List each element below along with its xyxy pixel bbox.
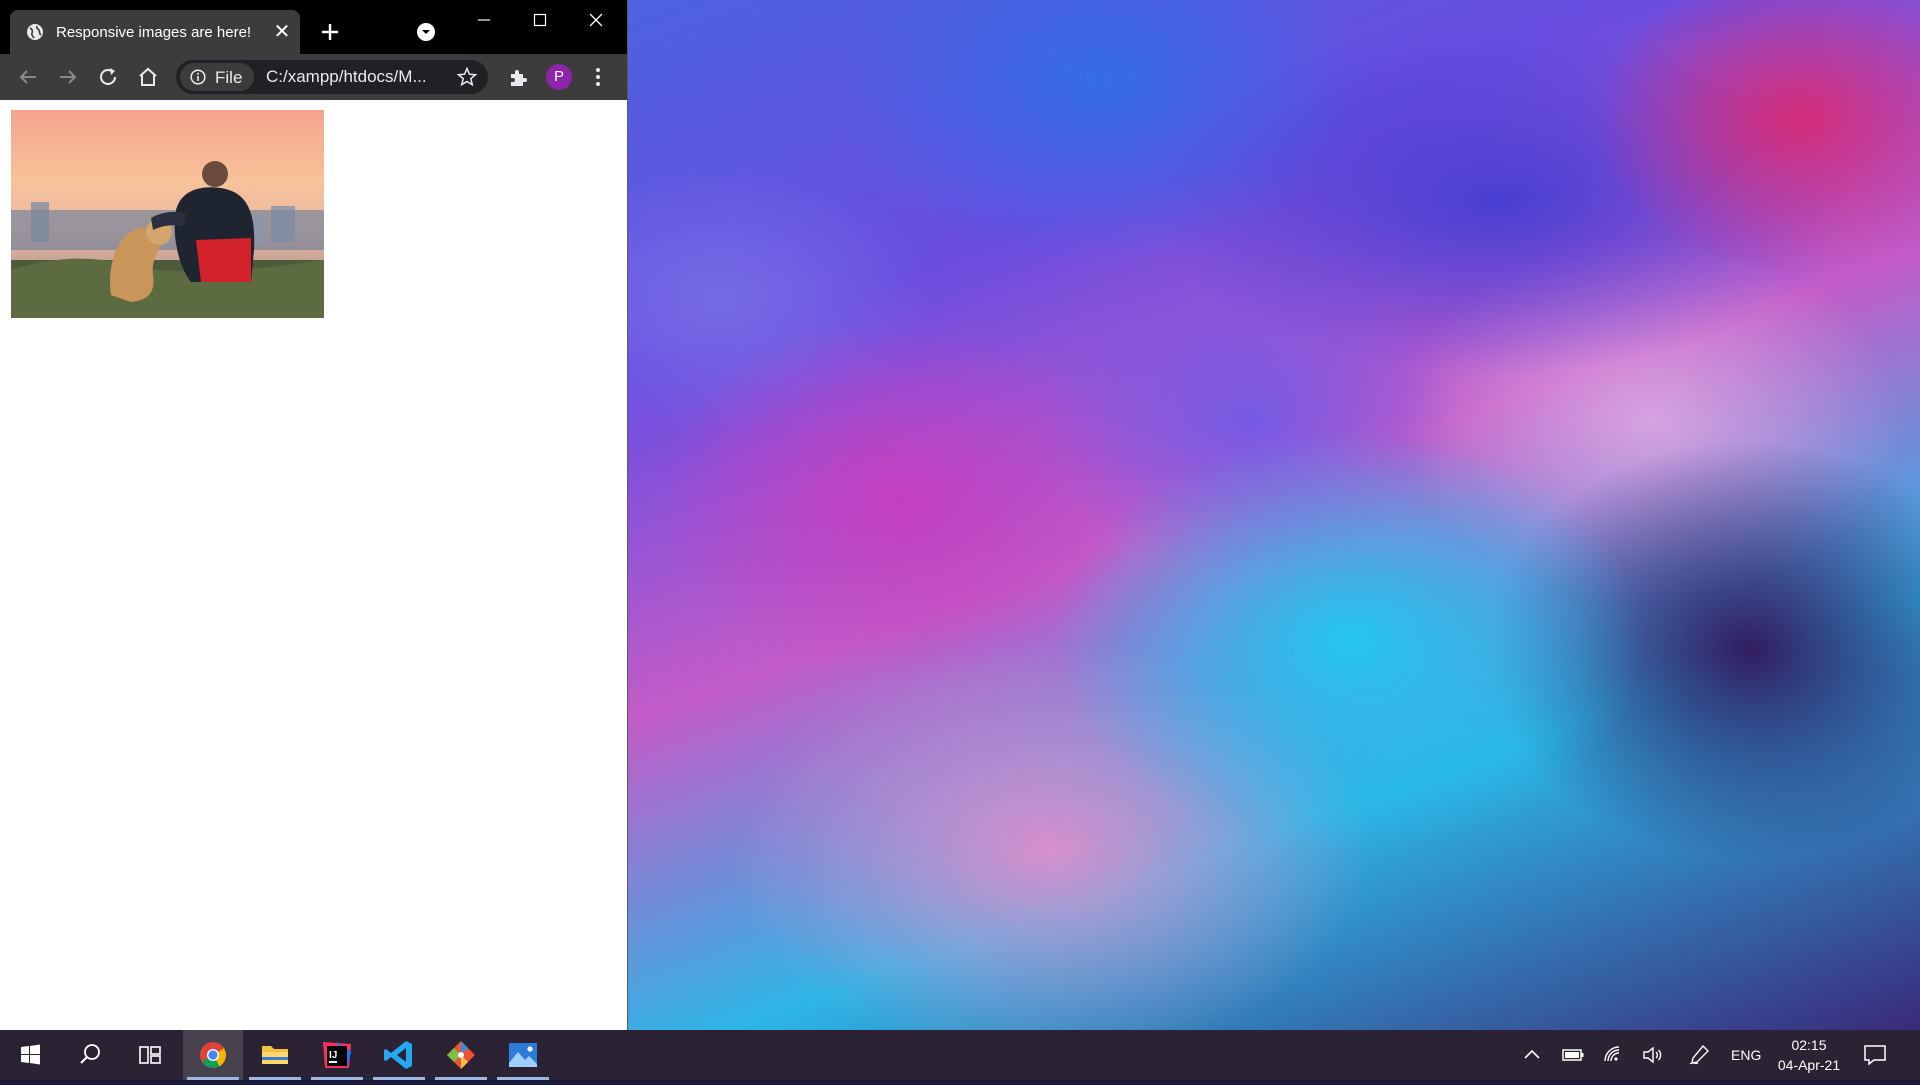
site-info-label: File xyxy=(215,68,243,87)
action-center-icon[interactable] xyxy=(1862,1042,1888,1068)
git-icon xyxy=(447,1041,475,1069)
extensions-puzzle-icon[interactable] xyxy=(506,65,530,89)
windows-logo-icon[interactable] xyxy=(0,1030,60,1080)
tab-search-dropdown-icon[interactable] xyxy=(416,22,436,42)
browser-titlebar: Responsive images are here! ✕ xyxy=(0,0,627,54)
battery-icon[interactable] xyxy=(1561,1043,1585,1067)
task-view-icon[interactable] xyxy=(120,1030,180,1080)
taskbar-git[interactable] xyxy=(431,1030,491,1080)
site-info-chip[interactable]: File xyxy=(180,63,254,91)
folder-icon xyxy=(262,1046,288,1064)
clock-time: 02:15 xyxy=(1791,1037,1827,1053)
browser-toolbar: File C:/xampp/htdocs/M... P xyxy=(0,54,627,100)
url-text[interactable]: C:/xampp/htdocs/M... xyxy=(266,67,446,87)
taskbar-photos[interactable] xyxy=(493,1030,553,1080)
taskbar-intellij[interactable]: IJ xyxy=(307,1030,367,1080)
input-language[interactable]: ENG xyxy=(1731,1047,1761,1063)
reload-icon[interactable] xyxy=(96,65,120,89)
minimize-button[interactable] xyxy=(464,8,504,32)
maximize-button[interactable] xyxy=(520,8,560,32)
taskbar-vscode[interactable] xyxy=(369,1030,429,1080)
bookmark-star-icon[interactable] xyxy=(456,66,478,88)
tab-title: Responsive images are here! xyxy=(56,24,252,41)
search-icon[interactable] xyxy=(60,1030,120,1080)
clock[interactable]: 02:15 04-Apr-21 xyxy=(1764,1035,1854,1075)
svg-text:IJ: IJ xyxy=(329,1050,337,1061)
tab-close-button[interactable]: ✕ xyxy=(272,22,292,42)
pen-ink-workspace-icon[interactable] xyxy=(1687,1043,1711,1067)
chevron-up-icon[interactable] xyxy=(1520,1043,1544,1067)
globe-icon xyxy=(27,24,43,40)
volume-icon[interactable] xyxy=(1641,1043,1665,1067)
forward-arrow-icon[interactable] xyxy=(56,65,80,89)
more-menu-icon[interactable] xyxy=(586,65,610,89)
wifi-icon[interactable] xyxy=(1601,1043,1625,1067)
page-content xyxy=(0,100,626,1030)
new-tab-button[interactable] xyxy=(318,20,342,44)
taskbar-file-explorer[interactable] xyxy=(245,1030,305,1080)
home-icon[interactable] xyxy=(136,65,160,89)
intellij-icon: IJ xyxy=(323,1042,351,1068)
info-icon xyxy=(190,69,206,85)
browser-window: Responsive images are here! ✕ File C:/xa… xyxy=(0,0,628,1030)
taskbar-chrome[interactable] xyxy=(183,1030,243,1080)
clock-date: 04-Apr-21 xyxy=(1777,1057,1841,1073)
taskbar: IJ ENG 02:15 04-Apr-21 xyxy=(0,1030,1920,1080)
vscode-icon xyxy=(384,1041,412,1069)
close-window-button[interactable] xyxy=(576,8,616,32)
address-bar[interactable]: File C:/xampp/htdocs/M... xyxy=(176,60,488,94)
profile-avatar[interactable]: P xyxy=(546,64,572,90)
browser-tab[interactable]: Responsive images are here! ✕ xyxy=(10,10,300,54)
chrome-icon xyxy=(200,1042,227,1068)
back-arrow-icon[interactable] xyxy=(16,65,40,89)
responsive-image xyxy=(11,110,324,318)
photos-icon xyxy=(509,1043,537,1067)
